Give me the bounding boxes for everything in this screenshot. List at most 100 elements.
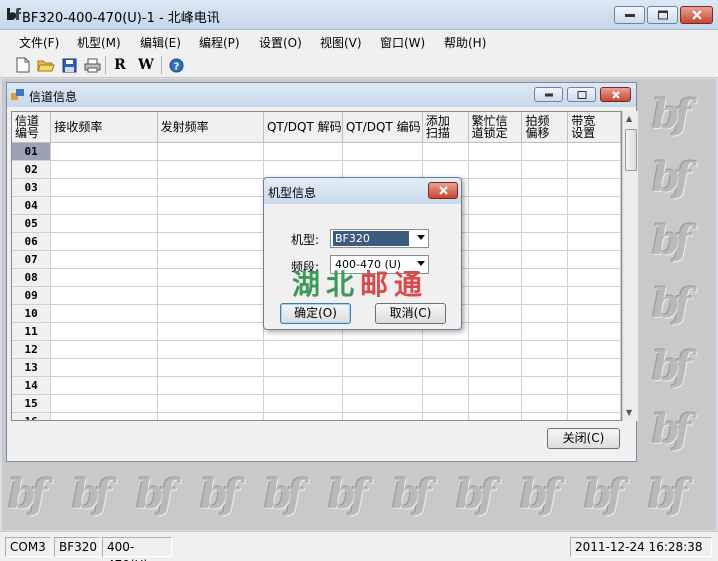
table-cell[interactable]	[342, 358, 423, 377]
table-cell[interactable]	[468, 268, 523, 287]
table-row[interactable]: 13	[12, 358, 621, 377]
table-cell[interactable]	[567, 160, 621, 179]
table-cell[interactable]	[521, 178, 569, 197]
menu-edit[interactable]: 编辑(E)	[140, 34, 181, 51]
table-cell[interactable]	[157, 286, 264, 305]
child-maximize-button[interactable]	[567, 87, 596, 102]
table-cell[interactable]	[50, 142, 158, 161]
column-header[interactable]: 信道 编号	[12, 112, 52, 143]
channel-number[interactable]: 01	[12, 142, 52, 161]
channel-number[interactable]: 13	[12, 358, 52, 377]
channel-number[interactable]: 05	[12, 214, 52, 233]
table-cell[interactable]	[521, 286, 569, 305]
table-cell[interactable]	[263, 376, 343, 395]
table-cell[interactable]	[342, 376, 423, 395]
table-cell[interactable]	[521, 376, 569, 395]
cancel-button[interactable]: 取消(C)	[375, 303, 446, 324]
minimize-button[interactable]	[614, 6, 645, 24]
table-cell[interactable]	[157, 142, 264, 161]
channel-number[interactable]: 06	[12, 232, 52, 251]
menu-help[interactable]: 帮助(H)	[444, 34, 486, 51]
table-cell[interactable]	[567, 250, 621, 269]
menu-program[interactable]: 编程(P)	[199, 34, 240, 51]
menu-file[interactable]: 文件(F)	[19, 34, 59, 51]
table-cell[interactable]	[50, 358, 158, 377]
column-header[interactable]: 接收频率	[50, 112, 158, 143]
table-cell[interactable]	[263, 358, 343, 377]
table-cell[interactable]	[157, 412, 264, 420]
channel-number[interactable]: 16	[12, 412, 52, 420]
table-cell[interactable]	[263, 412, 343, 420]
table-cell[interactable]	[567, 376, 621, 395]
table-cell[interactable]	[468, 322, 523, 341]
table-cell[interactable]	[157, 178, 264, 197]
help-button[interactable]: ?	[166, 56, 186, 74]
table-cell[interactable]	[422, 160, 469, 179]
table-cell[interactable]	[157, 376, 264, 395]
scroll-thumb[interactable]	[625, 129, 637, 171]
channel-number[interactable]: 08	[12, 268, 52, 287]
table-cell[interactable]	[422, 376, 469, 395]
table-cell[interactable]	[157, 322, 264, 341]
table-cell[interactable]	[567, 286, 621, 305]
table-cell[interactable]	[157, 214, 264, 233]
table-cell[interactable]	[468, 196, 523, 215]
table-cell[interactable]	[50, 376, 158, 395]
new-button[interactable]	[13, 56, 33, 74]
table-cell[interactable]	[567, 322, 621, 341]
table-cell[interactable]	[50, 250, 158, 269]
table-cell[interactable]	[50, 160, 158, 179]
table-cell[interactable]	[157, 268, 264, 287]
table-cell[interactable]	[521, 304, 569, 323]
table-cell[interactable]	[567, 178, 621, 197]
table-cell[interactable]	[468, 286, 523, 305]
table-cell[interactable]	[468, 358, 523, 377]
table-cell[interactable]	[567, 214, 621, 233]
close-window-button[interactable]	[680, 6, 713, 24]
column-header[interactable]: QT/DQT 解码	[263, 112, 343, 143]
table-cell[interactable]	[50, 214, 158, 233]
table-cell[interactable]	[50, 268, 158, 287]
table-cell[interactable]	[157, 394, 264, 413]
table-cell[interactable]	[50, 412, 158, 420]
table-row[interactable]: 14	[12, 376, 621, 395]
table-cell[interactable]	[342, 394, 423, 413]
table-cell[interactable]	[521, 358, 569, 377]
table-cell[interactable]	[521, 268, 569, 287]
table-cell[interactable]	[521, 250, 569, 269]
table-row[interactable]: 15	[12, 394, 621, 413]
table-cell[interactable]	[567, 340, 621, 359]
table-cell[interactable]	[50, 340, 158, 359]
table-cell[interactable]	[567, 196, 621, 215]
channel-number[interactable]: 11	[12, 322, 52, 341]
table-cell[interactable]	[342, 142, 423, 161]
column-header[interactable]: QT/DQT 编码	[342, 112, 423, 143]
dialog-close-button[interactable]	[428, 182, 458, 199]
table-cell[interactable]	[157, 358, 264, 377]
channel-number[interactable]: 12	[12, 340, 52, 359]
table-cell[interactable]	[157, 304, 264, 323]
table-cell[interactable]	[422, 394, 469, 413]
table-cell[interactable]	[157, 232, 264, 251]
table-cell[interactable]	[468, 304, 523, 323]
menu-settings[interactable]: 设置(O)	[259, 34, 302, 51]
write-button[interactable]: W	[136, 56, 156, 74]
table-cell[interactable]	[521, 340, 569, 359]
column-header[interactable]: 发射频率	[157, 112, 264, 143]
print-button[interactable]	[82, 56, 102, 74]
table-cell[interactable]	[157, 196, 264, 215]
table-cell[interactable]	[567, 304, 621, 323]
child-close-button[interactable]	[600, 87, 631, 102]
table-cell[interactable]	[521, 160, 569, 179]
table-cell[interactable]	[422, 340, 469, 359]
table-cell[interactable]	[50, 394, 158, 413]
table-cell[interactable]	[468, 214, 523, 233]
table-cell[interactable]	[521, 196, 569, 215]
table-cell[interactable]	[468, 394, 523, 413]
channel-number[interactable]: 09	[12, 286, 52, 305]
column-header[interactable]: 带宽 设置	[567, 112, 621, 143]
table-cell[interactable]	[157, 160, 264, 179]
table-cell[interactable]	[263, 340, 343, 359]
open-button[interactable]	[36, 56, 56, 74]
table-row[interactable]: 02	[12, 160, 621, 179]
